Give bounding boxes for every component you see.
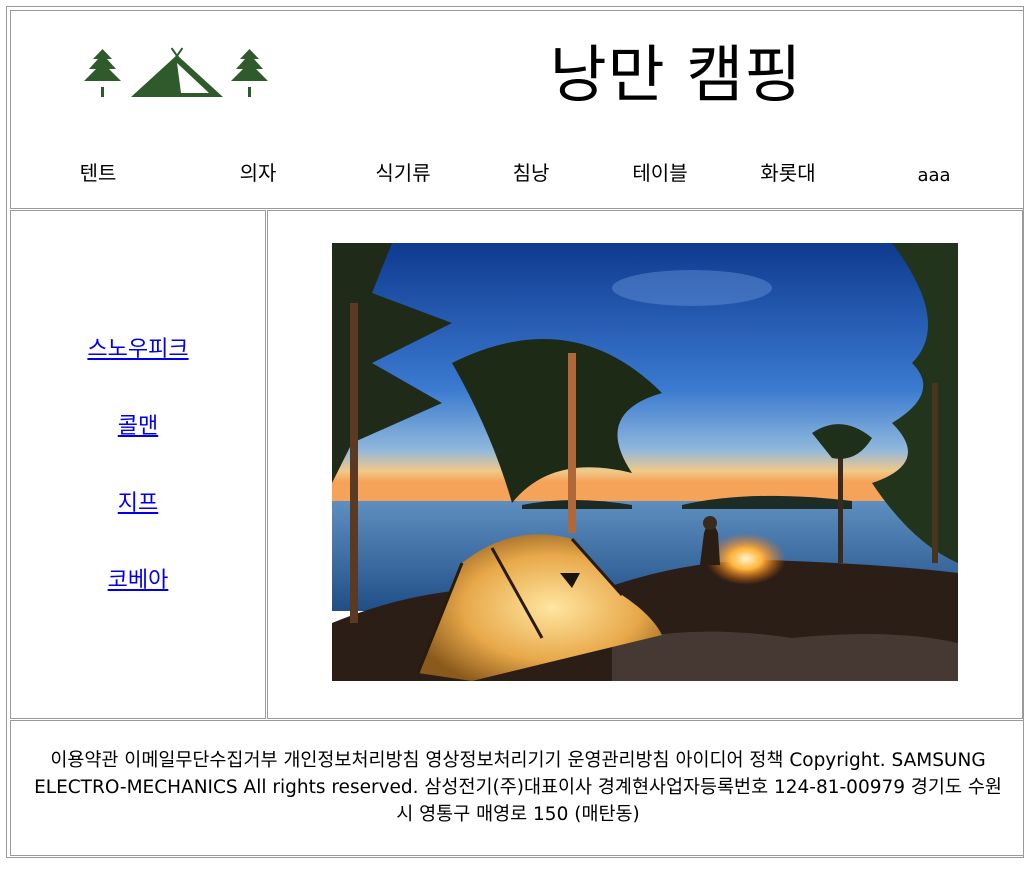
nav-item-tableware[interactable]: 식기류	[343, 161, 463, 185]
nav-item-tent[interactable]: 텐트	[38, 161, 158, 185]
sidebar: 스노우피크 콜맨 지프 코베아	[10, 210, 266, 719]
header: 낭만 캠핑 텐트 의자 식기류 침낭 테이블 화롯대 aaa	[10, 10, 1024, 209]
main-content	[267, 210, 1023, 719]
footer-text: 이용약관 이메일무단수집거부 개인정보처리방침 영상정보처리기기 운영관리방침 …	[34, 750, 1002, 825]
sidebar-link-jeep[interactable]: 지프	[11, 490, 265, 518]
camping-lake-photo-icon	[332, 243, 958, 681]
sidebar-link-coleman[interactable]: 콜맨	[11, 413, 265, 441]
nav-item-table[interactable]: 테이블	[600, 161, 720, 185]
camping-photo	[332, 243, 958, 681]
site-title: 낭만 캠핑	[549, 38, 803, 111]
sidebar-link-kovea[interactable]: 코베아	[11, 567, 265, 595]
nav-item-sleeping-bag[interactable]: 침낭	[471, 161, 591, 185]
sidebar-link-snowpeak[interactable]: 스노우피크	[11, 336, 265, 364]
nav-item-aaa[interactable]: aaa	[874, 164, 994, 188]
nav-item-fire-pit[interactable]: 화롯대	[728, 161, 848, 185]
tent-logo-icon	[84, 47, 268, 97]
footer: 이용약관 이메일무단수집거부 개인정보처리방침 영상정보처리기기 운영관리방침 …	[10, 720, 1024, 856]
nav-item-chair[interactable]: 의자	[198, 161, 318, 185]
